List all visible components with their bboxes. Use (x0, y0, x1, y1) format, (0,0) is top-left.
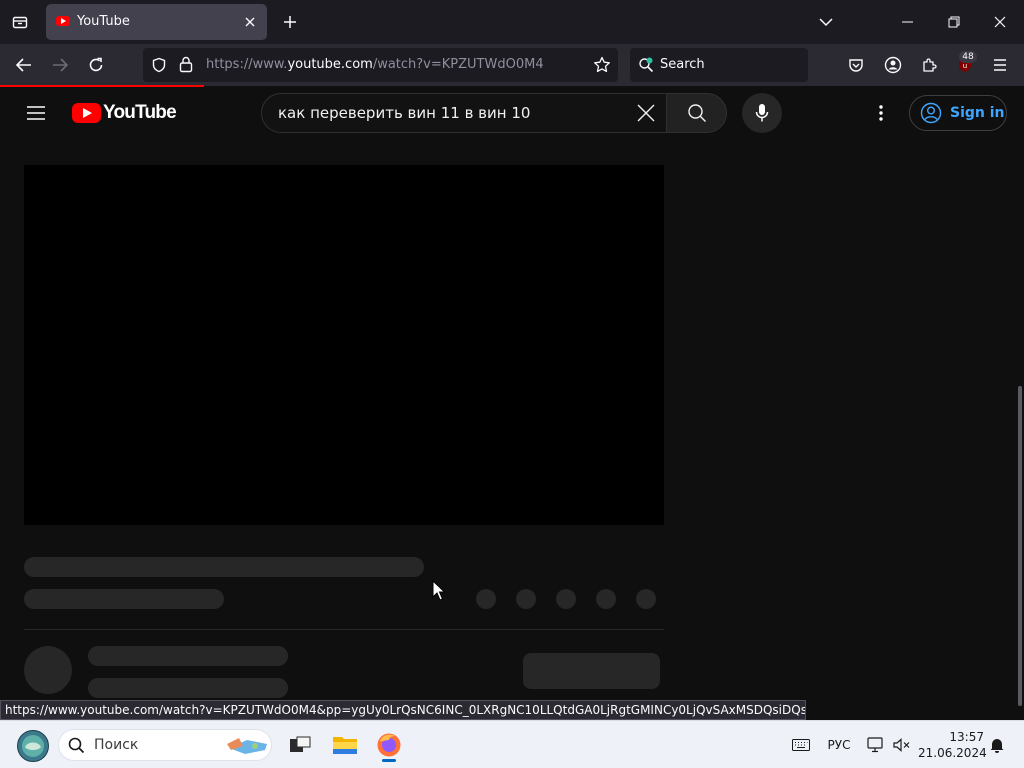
account-icon[interactable] (880, 52, 906, 78)
address-bar[interactable]: https://www.youtube.com/watch?v=KPZUTWdO… (143, 48, 618, 82)
menu-icon[interactable] (987, 52, 1013, 78)
active-app-indicator (382, 759, 396, 762)
new-tab-icon[interactable] (279, 11, 301, 33)
mouse-cursor-icon (432, 580, 445, 601)
close-window-button[interactable] (980, 6, 1020, 38)
tab-title: YouTube (77, 14, 130, 29)
windows-taskbar: Поиск РУС 13:57 21.06.2024 (0, 720, 1024, 768)
video-info-placeholder (24, 589, 224, 609)
clock-date: 21.06.2024 (918, 746, 987, 760)
notification-bell-icon[interactable] (988, 735, 1006, 755)
bookmark-star-icon[interactable] (593, 56, 611, 74)
channel-subs-placeholder (88, 678, 288, 698)
page-scrollbar[interactable] (1018, 386, 1022, 706)
taskbar-search-placeholder: Поиск (94, 737, 139, 753)
search-engine-icon (638, 57, 654, 73)
settings-more-icon[interactable] (869, 101, 893, 125)
action-button-placeholder (596, 589, 616, 609)
list-all-tabs-icon[interactable] (815, 11, 837, 33)
action-button-placeholder (476, 589, 496, 609)
file-explorer-icon[interactable] (328, 729, 362, 761)
youtube-masthead: YouTube как переверить вин 11 в вин 10 S… (0, 87, 1024, 139)
volume-muted-icon[interactable] (892, 735, 912, 755)
tab-youtube[interactable]: YouTube (46, 4, 267, 40)
url-prefix: https://www. (206, 57, 288, 72)
svg-text:u: u (963, 62, 967, 70)
back-icon[interactable] (11, 52, 37, 78)
minimize-window-button[interactable] (888, 6, 928, 38)
search-icon (68, 737, 85, 754)
browser-nav-bar: https://www.youtube.com/watch?v=KPZUTWdO… (0, 44, 1024, 86)
extensions-icon[interactable] (916, 52, 942, 78)
pocket-icon[interactable] (843, 52, 869, 78)
url-path: /watch?v=KPZUTWdO0M4 (372, 57, 544, 72)
firefox-icon[interactable] (372, 729, 406, 761)
guide-menu-icon[interactable] (24, 101, 48, 125)
content-divider (24, 629, 664, 630)
clock-time: 13:57 (949, 730, 984, 744)
network-icon[interactable] (866, 735, 886, 755)
shield-icon[interactable] (151, 57, 167, 73)
extension-badge: 48 (959, 51, 977, 63)
search-placeholder: Search (660, 57, 705, 72)
youtube-favicon-icon (56, 16, 70, 26)
restore-window-button[interactable] (934, 6, 974, 38)
channel-avatar-placeholder (24, 646, 72, 694)
youtube-search-box[interactable]: как переверить вин 11 в вин 10 (261, 93, 667, 133)
sign-in-label: Sign in (950, 105, 1005, 121)
video-player[interactable] (24, 165, 664, 525)
task-view-icon[interactable] (283, 729, 317, 761)
youtube-search-input[interactable]: как переверить вин 11 в вин 10 (278, 104, 530, 122)
clear-search-icon[interactable] (634, 101, 658, 125)
search-highlight-icon (225, 734, 271, 756)
youtube-logo[interactable]: YouTube (72, 102, 177, 124)
channel-name-placeholder (88, 646, 288, 666)
action-button-placeholder (636, 589, 656, 609)
youtube-play-logo-icon (72, 103, 101, 123)
language-indicator[interactable]: РУС (824, 735, 854, 755)
action-button-placeholder (516, 589, 536, 609)
link-status-bar: https://www.youtube.com/watch?v=KPZUTWdO… (0, 700, 806, 720)
youtube-search-button[interactable] (666, 93, 727, 133)
browser-search-bar[interactable]: Search (630, 48, 808, 82)
tab-list-icon[interactable] (8, 10, 32, 34)
close-tab-icon[interactable] (241, 13, 259, 31)
browser-tab-strip: YouTube (0, 0, 1024, 44)
forward-icon[interactable] (47, 52, 73, 78)
voice-search-button[interactable] (742, 93, 782, 133)
touch-keyboard-icon[interactable] (790, 735, 812, 755)
lock-icon[interactable] (179, 56, 193, 73)
url-host: youtube.com (287, 57, 373, 72)
action-button-placeholder (556, 589, 576, 609)
taskbar-search-box[interactable]: Поиск (58, 729, 272, 761)
taskbar-clock[interactable]: 13:57 21.06.2024 (918, 729, 987, 761)
youtube-logo-text: YouTube (103, 102, 177, 123)
reload-icon[interactable] (83, 52, 109, 78)
url-text: https://www.youtube.com/watch?v=KPZUTWdO… (206, 57, 544, 72)
subscribe-button-placeholder (523, 653, 660, 689)
sign-in-button[interactable]: Sign in (909, 95, 1007, 131)
account-circle-icon (920, 102, 942, 124)
search-icon (687, 103, 707, 123)
video-title-placeholder (24, 557, 424, 577)
start-button[interactable] (14, 729, 52, 763)
microphone-icon (755, 103, 769, 123)
